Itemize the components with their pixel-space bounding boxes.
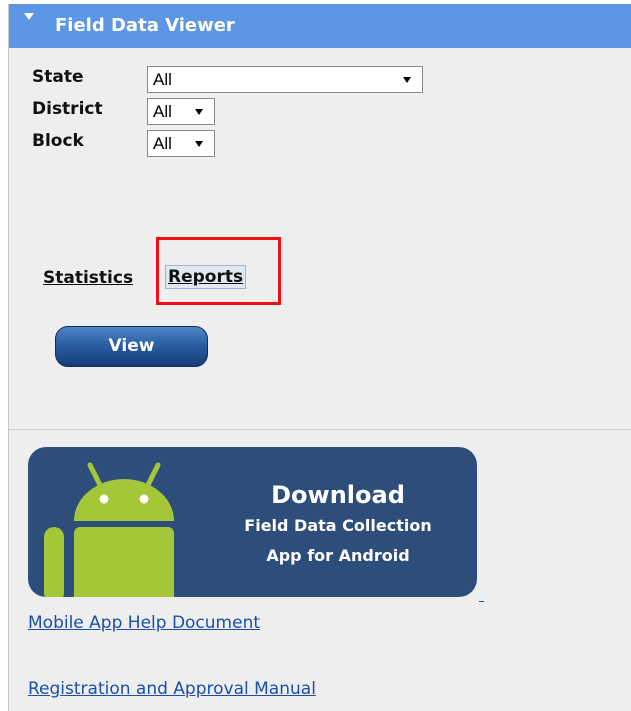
state-label: State — [32, 67, 84, 87]
chevron-down-icon — [195, 109, 203, 115]
block-select[interactable]: All — [147, 130, 215, 157]
view-button[interactable]: View — [55, 326, 208, 367]
section-divider — [9, 429, 631, 430]
state-select-value: All — [153, 70, 172, 89]
collapse-arrow-icon[interactable] — [24, 13, 34, 20]
block-label: Block — [32, 131, 84, 151]
banner-title: Download — [271, 481, 405, 509]
district-select-value: All — [153, 102, 172, 121]
mobile-app-help-link[interactable]: Mobile App Help Document — [28, 612, 260, 634]
chevron-down-icon — [403, 77, 411, 83]
block-select-value: All — [153, 134, 172, 153]
banner-link-underline — [479, 601, 484, 602]
district-select[interactable]: All — [147, 98, 215, 125]
android-icon — [44, 462, 174, 597]
panel-header[interactable]: Field Data Viewer — [9, 4, 631, 48]
panel-title: Field Data Viewer — [55, 15, 235, 36]
download-app-banner[interactable]: Download Field Data Collection App for A… — [28, 447, 477, 597]
chevron-down-icon — [195, 141, 203, 147]
registration-manual-link[interactable]: Registration and Approval Manual — [28, 678, 316, 700]
banner-line-2: App for Android — [266, 546, 410, 565]
state-select[interactable]: All — [147, 66, 423, 93]
district-label: District — [32, 99, 103, 119]
field-data-viewer-panel: Field Data Viewer State All District All… — [8, 4, 631, 711]
banner-text: Download Field Data Collection App for A… — [228, 479, 448, 571]
banner-line-1: Field Data Collection — [244, 516, 432, 535]
tab-statistics[interactable]: Statistics — [43, 267, 133, 289]
reports-highlight-box — [156, 237, 281, 305]
